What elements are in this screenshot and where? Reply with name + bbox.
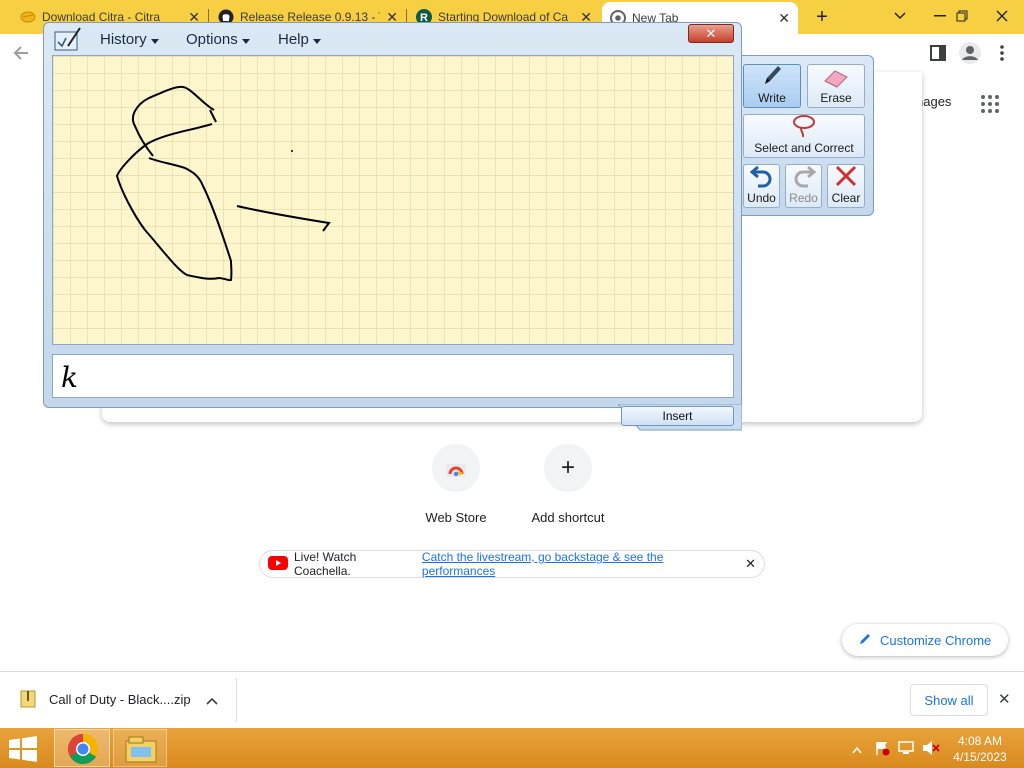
history-menu[interactable]: History <box>100 31 159 48</box>
show-hidden-icons[interactable] <box>852 743 862 754</box>
shortcut-label: Add shortcut <box>531 510 605 525</box>
taskbar-clock[interactable]: 4:08 AM 4/15/2023 <box>950 733 1010 765</box>
promo-close-icon[interactable]: ✕ <box>745 556 756 572</box>
dropdown-arrow-icon <box>241 31 250 48</box>
clock-time: 4:08 AM <box>957 734 1003 748</box>
plus-icon: + <box>544 444 592 492</box>
action-center-flag-icon[interactable] <box>874 740 890 756</box>
writing-pad[interactable] <box>52 55 734 345</box>
recognized-text: k <box>61 361 78 394</box>
write-tool-button[interactable]: Write <box>743 64 801 108</box>
select-and-correct-button[interactable]: Select and Correct <box>743 114 865 158</box>
shortcut-web-store[interactable]: Web Store <box>401 444 511 525</box>
network-icon[interactable] <box>898 740 914 756</box>
volume-muted-icon[interactable] <box>922 740 940 756</box>
taskbar-chrome-button[interactable] <box>54 729 110 767</box>
profile-avatar-icon[interactable] <box>958 41 982 65</box>
youtube-icon <box>268 555 288 573</box>
input-panel-icon[interactable] <box>54 26 82 52</box>
apps-grid-icon[interactable] <box>980 94 1000 114</box>
handwriting-ink <box>115 85 331 282</box>
new-tab-button[interactable]: + <box>810 4 834 30</box>
window-close-icon[interactable] <box>982 0 1022 32</box>
menu-dots-icon[interactable] <box>996 43 1008 63</box>
close-tab-icon[interactable]: ✕ <box>778 10 790 27</box>
chevron-up-icon[interactable] <box>206 694 218 705</box>
insert-tab: Insert <box>616 403 743 432</box>
redo-button[interactable]: Redo <box>785 164 822 208</box>
eraser-icon <box>823 68 849 91</box>
pen-icon <box>761 64 783 91</box>
promo-banner: Live! Watch Coachella. Catch the livestr… <box>259 550 765 578</box>
citra-icon <box>20 9 36 25</box>
clear-x-icon <box>834 164 858 191</box>
shelf-divider <box>236 678 237 722</box>
show-all-button[interactable]: Show all <box>910 684 988 716</box>
windows-taskbar: 4:08 AM 4/15/2023 <box>0 728 1024 768</box>
zip-file-icon <box>20 690 36 708</box>
tab-search-icon[interactable] <box>880 0 920 32</box>
insert-button[interactable]: Insert <box>621 406 734 426</box>
lasso-icon <box>791 114 817 141</box>
restore-icon[interactable] <box>942 0 982 32</box>
tip-tool-panel: Write Erase Select and Correct Undo Redo… <box>740 55 874 216</box>
recognized-text-box[interactable]: k <box>52 354 734 398</box>
help-menu[interactable]: Help <box>278 31 321 48</box>
shortcut-label: Web Store <box>425 510 487 525</box>
download-shelf: Call of Duty - Black....zip Show all ✕ <box>0 671 1024 728</box>
windows-start-icon[interactable] <box>8 736 38 762</box>
download-file-name[interactable]: Call of Duty - Black....zip <box>49 692 191 707</box>
pencil-icon <box>858 632 872 649</box>
shortcut-add[interactable]: + Add shortcut <box>513 444 623 525</box>
clear-button[interactable]: Clear <box>827 164 865 208</box>
taskbar-explorer-button[interactable] <box>113 729 167 767</box>
customize-label: Customize Chrome <box>880 632 992 648</box>
undo-icon <box>749 164 774 191</box>
back-arrow-icon[interactable] <box>12 43 32 63</box>
undo-button[interactable]: Undo <box>743 164 780 208</box>
shelf-close-icon[interactable]: ✕ <box>998 690 1011 708</box>
dropdown-arrow-icon <box>312 31 321 48</box>
redo-icon <box>792 164 816 191</box>
clock-date: 4/15/2023 <box>953 750 1007 764</box>
promo-text: Live! Watch Coachella. <box>294 550 357 578</box>
dropdown-arrow-icon <box>150 31 159 48</box>
webstore-icon <box>432 444 480 492</box>
side-panel-icon[interactable] <box>928 43 948 63</box>
promo-link[interactable]: Catch the livestream, go backstage & see… <box>422 550 739 578</box>
tip-close-button[interactable]: ✕ <box>688 24 734 43</box>
customize-chrome-button[interactable]: Customize Chrome <box>842 624 1008 656</box>
options-menu[interactable]: Options <box>186 31 250 48</box>
erase-tool-button[interactable]: Erase <box>807 64 865 108</box>
